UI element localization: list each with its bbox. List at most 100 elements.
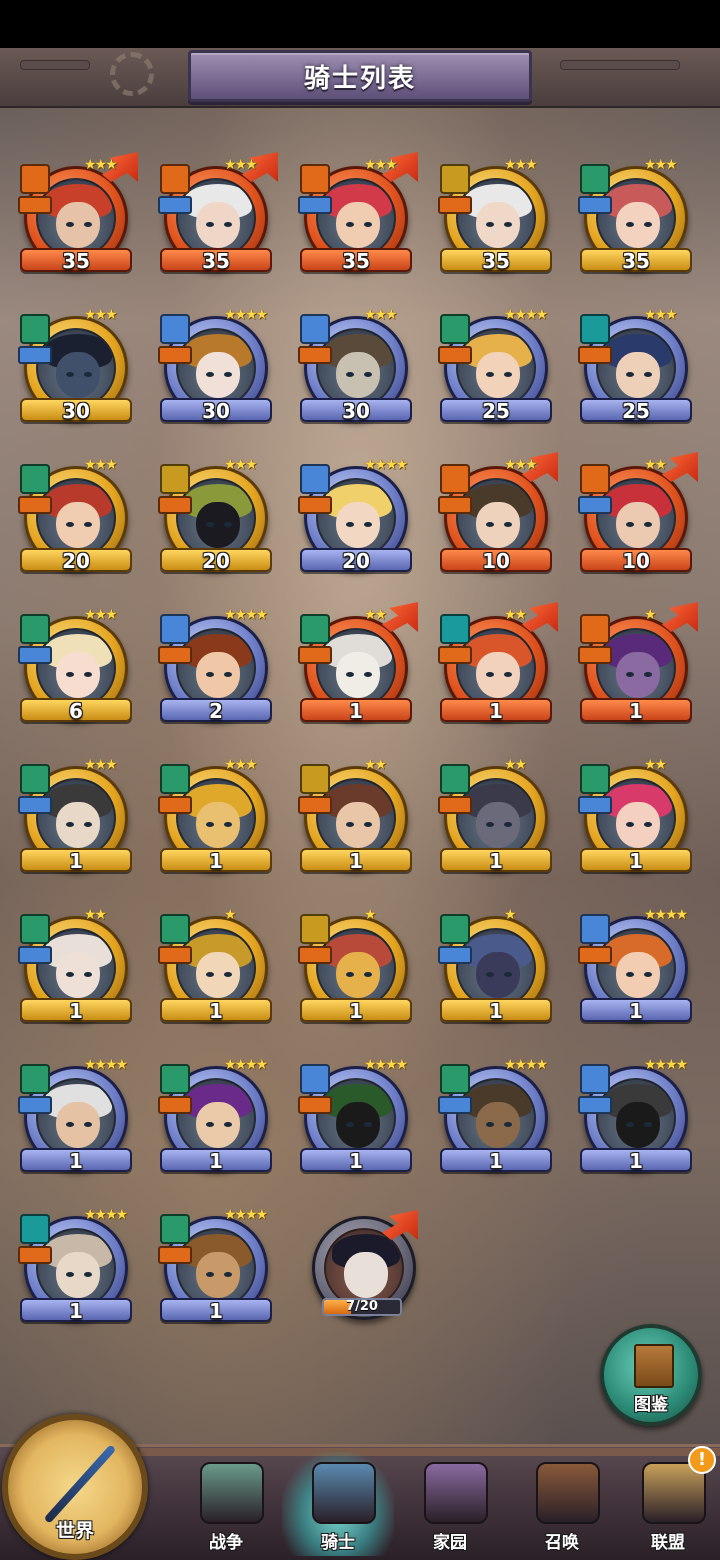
- class-badge-icon: [300, 164, 330, 194]
- portrait-face: [476, 652, 520, 698]
- portrait-eye: [486, 672, 494, 677]
- role-badge-icon: [438, 346, 472, 364]
- role-badge-icon: [158, 196, 192, 214]
- role-badge-icon: [578, 646, 612, 664]
- knight-card[interactable]: 30 ★★★: [282, 302, 422, 432]
- knight-level: 10: [482, 549, 510, 573]
- knight-level: 1: [209, 849, 223, 873]
- role-badge-icon: [298, 496, 332, 514]
- portrait-eye: [206, 222, 214, 227]
- knight-card[interactable]: 2 ★★★★: [142, 602, 282, 732]
- class-badge-icon: [580, 1064, 610, 1094]
- knight-card[interactable]: 1 ★★★★: [2, 1202, 142, 1332]
- portrait-eye: [66, 822, 74, 827]
- knight-card[interactable]: 1 ★★: [562, 752, 702, 882]
- knight-level: 35: [342, 249, 370, 273]
- knight-level: 30: [62, 399, 90, 423]
- knight-card[interactable]: 35 ★★★: [282, 152, 422, 282]
- knight-card[interactable]: 1 ★★: [282, 752, 422, 882]
- knight-card[interactable]: 20 ★★★: [2, 452, 142, 582]
- portrait-eye: [66, 1122, 74, 1127]
- role-badge-icon: [18, 1246, 52, 1264]
- pending-knight-card[interactable]: 7/20: [306, 1210, 418, 1330]
- world-label: 世界: [55, 1520, 94, 1542]
- knight-card[interactable]: 1 ★★: [282, 602, 422, 732]
- nav-tab[interactable]: 家园: [394, 1452, 506, 1556]
- star-rating: ★★★★: [364, 457, 408, 473]
- knight-card[interactable]: 35 ★★★: [142, 152, 282, 282]
- portrait-eye: [224, 672, 232, 677]
- knight-card[interactable]: 1 ★: [422, 902, 562, 1032]
- portrait-face: [196, 652, 240, 698]
- pending-knight-portrait: [324, 1228, 404, 1308]
- role-badge-icon: [18, 346, 52, 364]
- knight-card[interactable]: 6 ★★★: [2, 602, 142, 732]
- knight-card[interactable]: 1 ★★★★: [2, 1052, 142, 1182]
- nav-tab[interactable]: 召唤: [506, 1452, 618, 1556]
- knight-card[interactable]: 1 ★★: [2, 902, 142, 1032]
- class-badge-icon: [440, 1064, 470, 1094]
- knight-card[interactable]: 35 ★★★: [2, 152, 142, 282]
- star-rating: ★★★: [224, 157, 258, 173]
- portrait-eye: [644, 972, 652, 977]
- knight-card[interactable]: 1 ★★★★: [562, 1052, 702, 1182]
- class-badge-icon: [580, 164, 610, 194]
- knight-card[interactable]: 25 ★★★★: [422, 302, 562, 432]
- star-rating: ★★★★: [644, 1057, 688, 1073]
- portrait-face: [56, 502, 100, 548]
- codex-button[interactable]: 图鉴: [600, 1324, 702, 1426]
- star-rating: ★★: [644, 757, 667, 773]
- knight-card[interactable]: 1 ★: [142, 902, 282, 1032]
- role-badge-icon: [298, 796, 332, 814]
- knight-card[interactable]: 1 ★★★★: [422, 1052, 562, 1182]
- knight-level: 20: [342, 549, 370, 573]
- knight-level: 10: [622, 549, 650, 573]
- star-rating: ★: [644, 607, 656, 623]
- portrait-eye: [66, 672, 74, 677]
- upgrade-arrow-icon: [662, 452, 698, 482]
- knight-card[interactable]: 1 ★★★★: [562, 902, 702, 1032]
- class-badge-icon: [440, 164, 470, 194]
- class-badge-icon: [20, 764, 50, 794]
- knight-level: 1: [489, 699, 503, 723]
- knight-level: 1: [629, 999, 643, 1023]
- knight-card[interactable]: 1 ★: [282, 902, 422, 1032]
- portrait-eye: [486, 222, 494, 227]
- portrait-eye: [84, 672, 92, 677]
- portrait-face: [336, 202, 380, 248]
- world-compass-button[interactable]: 世界: [2, 1414, 148, 1560]
- knight-level: 1: [209, 999, 223, 1023]
- portrait-face: [196, 1102, 240, 1148]
- portrait-eye: [206, 1122, 214, 1127]
- knight-card[interactable]: 1 ★★★★: [142, 1202, 282, 1332]
- knight-card[interactable]: 10 ★★★: [422, 452, 562, 582]
- knight-card[interactable]: 30 ★★★★: [142, 302, 282, 432]
- knight-card[interactable]: 10 ★★: [562, 452, 702, 582]
- upgrade-arrow-icon: [662, 602, 698, 632]
- knight-card[interactable]: 35 ★★★: [562, 152, 702, 282]
- knight-card[interactable]: 1 ★★: [422, 602, 562, 732]
- knight-card[interactable]: 1 ★★★: [2, 752, 142, 882]
- role-badge-icon: [298, 196, 332, 214]
- knight-card[interactable]: 1 ★★★★: [282, 1052, 422, 1182]
- knight-card[interactable]: 20 ★★★: [142, 452, 282, 582]
- knight-level: 1: [629, 1149, 643, 1173]
- portrait-eye: [644, 672, 652, 677]
- knight-card[interactable]: 1 ★★: [422, 752, 562, 882]
- knight-card[interactable]: 1 ★★★★: [142, 1052, 282, 1182]
- knight-card[interactable]: 30 ★★★: [2, 302, 142, 432]
- knight-card[interactable]: 1 ★: [562, 602, 702, 732]
- portrait-face: [336, 802, 380, 848]
- star-rating: ★★★★: [644, 907, 688, 923]
- nav-tab-icon: [312, 1462, 376, 1524]
- nav-tab[interactable]: 骑士: [282, 1452, 394, 1556]
- knight-card[interactable]: 1 ★★★: [142, 752, 282, 882]
- role-badge-icon: [18, 1096, 52, 1114]
- knight-card[interactable]: 35 ★★★: [422, 152, 562, 282]
- class-badge-icon: [580, 764, 610, 794]
- knight-card[interactable]: 25 ★★★: [562, 302, 702, 432]
- portrait-eye: [206, 972, 214, 977]
- nav-tab[interactable]: 战争: [170, 1452, 282, 1556]
- knight-card[interactable]: 20 ★★★★: [282, 452, 422, 582]
- role-badge-icon: [578, 946, 612, 964]
